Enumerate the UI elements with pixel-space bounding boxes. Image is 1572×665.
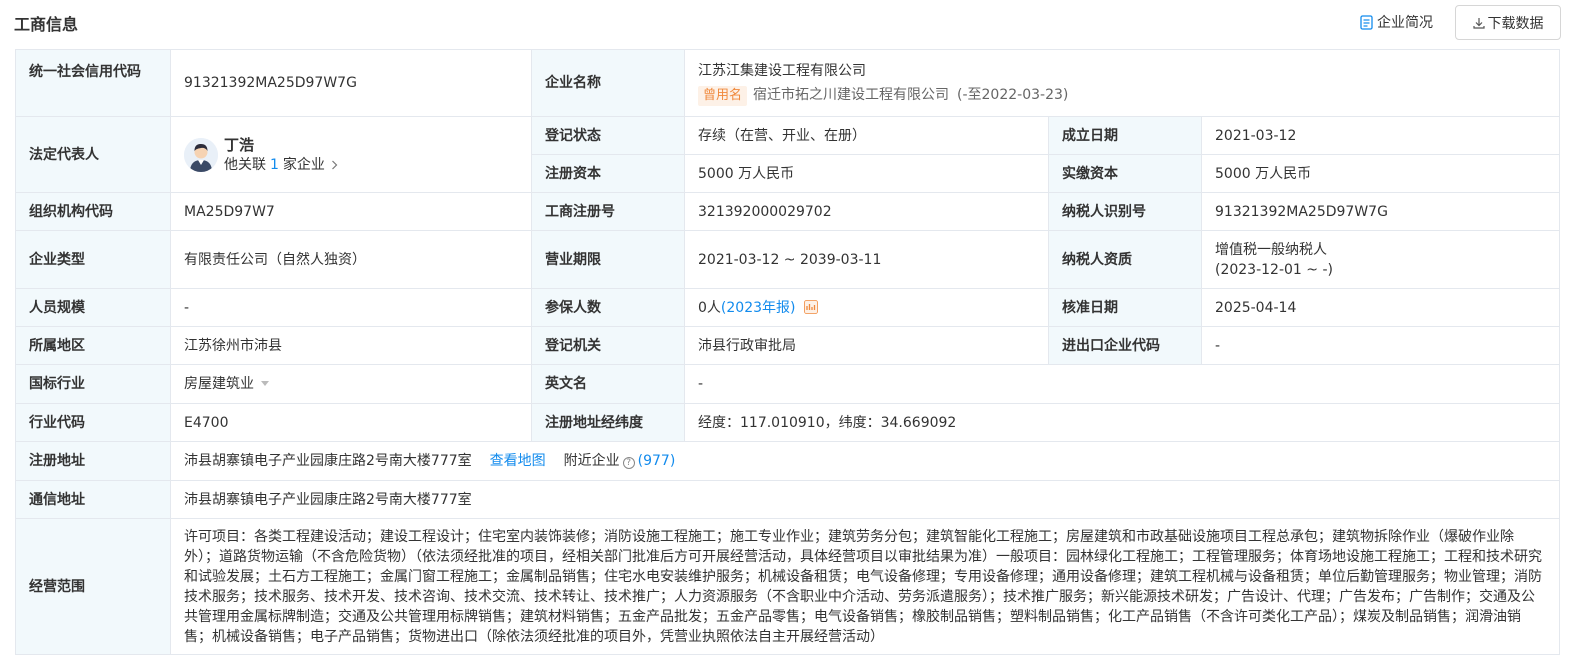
caret-down-icon[interactable] bbox=[261, 381, 269, 386]
insured-cell: 0人(2023年报) bbox=[684, 288, 1049, 327]
download-data-button[interactable]: 下载数据 bbox=[1455, 5, 1561, 40]
nearby-companies-count[interactable]: (977) bbox=[638, 453, 676, 469]
legal-rep-related-link[interactable]: 他关联 1 家企业 bbox=[224, 155, 338, 175]
table-row: 国标行业 房屋建筑业 英文名 - bbox=[15, 364, 1560, 404]
reg-status-label: 登记状态 bbox=[531, 116, 685, 155]
former-name-value: 宿迁市拓之川建设工程有限公司 bbox=[753, 86, 950, 103]
table-row: 组织机构代码 MA25D97W7 工商注册号 321392000029702 纳… bbox=[15, 192, 1560, 231]
table-row: 统一社会信用代码 91321392MA25D97W7G 企业名称 江苏江集建设工… bbox=[15, 49, 1560, 117]
biz-reg-no-value: 321392000029702 bbox=[684, 192, 1049, 231]
insured-report-link[interactable]: (2023年报) bbox=[721, 300, 796, 316]
ie-code-label: 进出口企业代码 bbox=[1048, 326, 1202, 365]
mail-address-value: 沛县胡寨镇电子产业园康庄路2号南大楼777室 bbox=[170, 480, 1560, 519]
taxpayer-qual-label: 纳税人资质 bbox=[1048, 230, 1202, 289]
industry-code-value: E4700 bbox=[170, 403, 532, 442]
former-name-tag: 曾用名 bbox=[698, 85, 748, 106]
reg-capital-label: 注册资本 bbox=[531, 154, 685, 193]
download-icon bbox=[1472, 17, 1485, 29]
region-label: 所属地区 bbox=[15, 326, 171, 365]
download-data-label: 下载数据 bbox=[1487, 15, 1544, 32]
org-code-value: MA25D97W7 bbox=[170, 192, 532, 231]
credit-code-label: 统一社会信用代码 bbox=[15, 49, 171, 117]
industry-label: 国标行业 bbox=[15, 364, 171, 404]
geo-value: 经度：117.010910，纬度：34.669092 bbox=[684, 403, 1560, 442]
staff-size-label: 人员规模 bbox=[15, 288, 171, 327]
table-row: 所属地区 江苏徐州市沛县 登记机关 沛县行政审批局 进出口企业代码 - bbox=[15, 326, 1560, 365]
former-name-line: 曾用名 宿迁市拓之川建设工程有限公司 (-至2022-03-23) bbox=[698, 85, 1546, 106]
company-name-label: 企业名称 bbox=[531, 49, 685, 117]
former-name-date: (-至2022-03-23) bbox=[957, 86, 1069, 103]
taxpayer-id-value: 91321392MA25D97W7G bbox=[1201, 192, 1560, 231]
industry-cell[interactable]: 房屋建筑业 bbox=[170, 364, 532, 404]
taxpayer-id-label: 纳税人识别号 bbox=[1048, 192, 1202, 231]
table-row: 通信地址 沛县胡寨镇电子产业园康庄路2号南大楼777室 bbox=[15, 480, 1560, 519]
reg-address-cell: 沛县胡寨镇电子产业园康庄路2号南大楼777室 查看地图 附近企业? (977) bbox=[170, 441, 1560, 481]
insured-count: 0人 bbox=[698, 299, 721, 316]
ie-code-value: - bbox=[1201, 326, 1560, 365]
company-type-value: 有限责任公司（自然人独资） bbox=[170, 230, 532, 289]
section-title: 工商信息 bbox=[14, 15, 79, 34]
found-date-value: 2021-03-12 bbox=[1201, 116, 1560, 155]
biz-term-label: 营业期限 bbox=[531, 230, 685, 289]
nearby-companies-label: 附近企业 bbox=[563, 453, 620, 469]
taxpayer-qual-cell: 增值税一般纳税人 (2023-12-01 ~ -) bbox=[1201, 230, 1560, 289]
english-name-label: 英文名 bbox=[531, 364, 685, 404]
table-row: 注册地址 沛县胡寨镇电子产业园康庄路2号南大楼777室 查看地图 附近企业? (977… bbox=[15, 441, 1560, 481]
reg-capital-value: 5000 万人民币 bbox=[684, 154, 1049, 193]
biz-scope-label: 经营范围 bbox=[15, 518, 171, 655]
reg-authority-value: 沛县行政审批局 bbox=[684, 326, 1049, 365]
company-overview-label: 企业简况 bbox=[1377, 15, 1433, 31]
industry-value: 房屋建筑业 bbox=[184, 376, 254, 392]
insured-label: 参保人数 bbox=[531, 288, 685, 327]
approve-date-value: 2025-04-14 bbox=[1201, 288, 1560, 327]
related-count: 1 bbox=[270, 156, 279, 173]
related-prefix: 他关联 bbox=[224, 156, 266, 173]
annual-report-icon[interactable] bbox=[804, 299, 818, 314]
legal-rep-name[interactable]: 丁浩 bbox=[224, 135, 338, 155]
mail-address-label: 通信地址 bbox=[15, 480, 171, 519]
table-row: 行业代码 E4700 注册地址经纬度 经度：117.010910，纬度：34.6… bbox=[15, 403, 1560, 442]
org-code-label: 组织机构代码 bbox=[15, 192, 171, 231]
legal-rep-label: 法定代表人 bbox=[15, 116, 171, 193]
help-icon[interactable]: ? bbox=[622, 457, 635, 469]
company-name-value: 江苏江集建设工程有限公司 bbox=[698, 62, 866, 79]
biz-reg-no-label: 工商注册号 bbox=[531, 192, 685, 231]
staff-size-value: - bbox=[170, 288, 532, 327]
business-info-table: 统一社会信用代码 91321392MA25D97W7G 企业名称 江苏江集建设工… bbox=[15, 49, 1560, 655]
credit-code-value: 91321392MA25D97W7G bbox=[170, 49, 532, 117]
industry-code-label: 行业代码 bbox=[15, 403, 171, 442]
biz-term-value: 2021-03-12 ~ 2039-03-11 bbox=[684, 230, 1049, 289]
document-icon bbox=[1360, 14, 1373, 30]
company-name-cell: 江苏江集建设工程有限公司 曾用名 宿迁市拓之川建设工程有限公司 (-至2022-03… bbox=[684, 49, 1560, 117]
paid-capital-label: 实缴资本 bbox=[1048, 154, 1202, 193]
section-header: 工商信息 企业简况 下载数据 bbox=[0, 0, 1572, 46]
approve-date-label: 核准日期 bbox=[1048, 288, 1202, 327]
taxpayer-qual-value: 增值税一般纳税人 bbox=[1215, 241, 1327, 258]
company-overview-link[interactable]: 企业简况 bbox=[1360, 12, 1433, 32]
table-row: 经营范围 许可项目：各类工程建设活动；建设工程设计；住宅室内装饰装修；消防设施工… bbox=[15, 518, 1560, 655]
taxpayer-qual-period: (2023-12-01 ~ -) bbox=[1215, 261, 1333, 278]
biz-scope-value: 许可项目：各类工程建设活动；建设工程设计；住宅室内装饰装修；消防设施工程施工；施… bbox=[170, 518, 1560, 655]
reg-status-value: 存续（在营、开业、在册） bbox=[684, 116, 1049, 155]
table-row: 企业类型 有限责任公司（自然人独资） 营业期限 2021-03-12 ~ 203… bbox=[15, 230, 1560, 289]
legal-rep-cell: 丁浩 他关联 1 家企业 bbox=[170, 116, 532, 193]
chevron-right-icon bbox=[331, 160, 338, 169]
reg-address-label: 注册地址 bbox=[15, 441, 171, 481]
geo-label: 注册地址经纬度 bbox=[531, 403, 685, 442]
region-value: 江苏徐州市沛县 bbox=[170, 326, 532, 365]
related-suffix: 家企业 bbox=[282, 156, 325, 173]
table-row: 人员规模 - 参保人数 0人(2023年报) 核准日期 2025-04-14 bbox=[15, 288, 1560, 327]
view-map-link[interactable]: 查看地图 bbox=[490, 453, 546, 469]
table-row: 法定代表人 丁浩 他关联 1 家企业 登记状态 存续（在营、开业、在册） 成立日… bbox=[15, 116, 1560, 193]
person-avatar-icon bbox=[184, 137, 218, 172]
paid-capital-value: 5000 万人民币 bbox=[1201, 154, 1560, 193]
reg-authority-label: 登记机关 bbox=[531, 326, 685, 365]
found-date-label: 成立日期 bbox=[1048, 116, 1202, 155]
company-type-label: 企业类型 bbox=[15, 230, 171, 289]
english-name-value: - bbox=[684, 364, 1560, 404]
reg-address-value: 沛县胡寨镇电子产业园康庄路2号南大楼777室 bbox=[184, 453, 472, 469]
avatar[interactable] bbox=[184, 137, 218, 172]
